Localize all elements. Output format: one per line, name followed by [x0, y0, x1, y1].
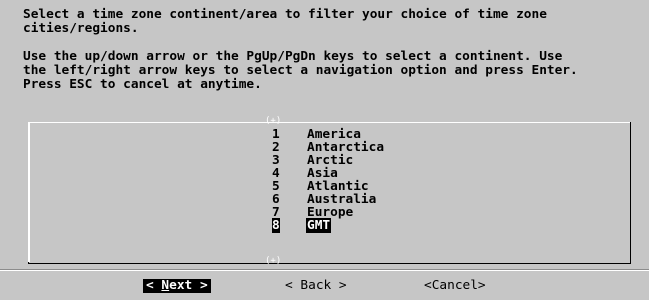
back-button[interactable]: < Back > — [285, 279, 347, 293]
instruction-line-2: cities/regions. — [23, 21, 139, 36]
frame-left-edge — [28, 122, 30, 262]
item-number: 8 — [272, 218, 306, 233]
divider-highlight — [0, 270, 649, 271]
instruction-line-4: the left/right arrow keys to select a na… — [23, 63, 578, 78]
item-label: GMT — [306, 218, 332, 233]
cancel-button[interactable]: <Cancel> — [424, 279, 486, 293]
scroll-down-indicator: (+) — [265, 256, 282, 266]
next-button[interactable]: < Next > — [143, 279, 211, 293]
scroll-up-indicator: (+) — [265, 116, 282, 126]
instruction-line-1: Select a time zone continent/area to fil… — [23, 7, 547, 22]
continent-item[interactable]: 8 GMT — [272, 218, 332, 233]
instruction-line-3: Use the up/down arrow or the PgUp/PgDn k… — [23, 49, 563, 64]
item-number-text: 8 — [272, 218, 280, 233]
frame-top-edge — [29, 122, 630, 123]
instruction-line-5: Press ESC to cancel at anytime. — [23, 77, 262, 92]
